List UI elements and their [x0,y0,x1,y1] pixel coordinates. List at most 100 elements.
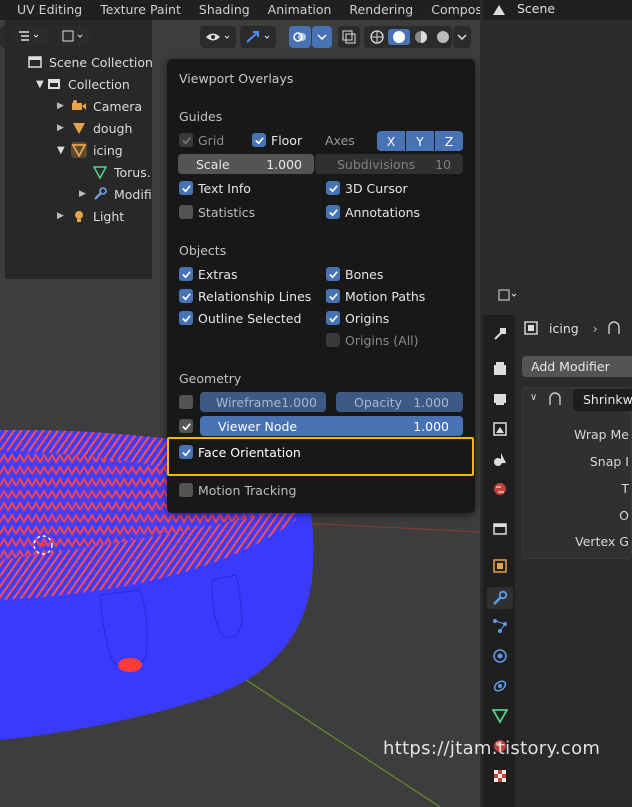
outliner-item-torus-mesh[interactable]: Torus. [92,161,151,183]
outliner-item-dough[interactable]: ▶ dough [57,117,132,139]
origins-toggle[interactable]: Origins [326,308,389,328]
extras-toggle[interactable]: Extras [179,264,238,284]
light-expand-arrow-icon[interactable]: ▶ [57,211,71,221]
properties-tabs [483,315,515,807]
shading-dropdown-chevron-icon[interactable] [453,26,471,48]
scene-tab-icon[interactable] [491,450,509,468]
modifier-name-field[interactable]: Shrinkwra [573,389,632,411]
gizmo-button[interactable] [240,26,276,48]
dough-expand-arrow-icon[interactable]: ▶ [57,123,71,133]
grid-subdivisions-value: 10 [435,156,451,172]
object-tab-icon[interactable] [491,557,509,575]
outliner-item-light[interactable]: ▶ Light [57,205,124,227]
outliner-display-mode-button[interactable] [13,26,47,46]
origins-all-toggle[interactable]: Origins (All) [326,330,419,350]
text-info-toggle[interactable]: Text Info [179,178,251,198]
floor-checkbox[interactable] [252,133,266,147]
outliner-item-collection[interactable]: ▼ Collection [36,73,130,95]
outliner-header: Scene [483,0,632,20]
floor-toggle[interactable]: Floor [252,130,302,150]
outline-selected-checkbox[interactable] [179,311,193,325]
tool-tab-icon[interactable] [491,325,509,343]
outliner-item-scene-collection[interactable]: Scene Collection [27,51,153,73]
world-tab-icon[interactable] [491,480,509,498]
tab-rendering[interactable]: Rendering [340,0,422,20]
bones-label: Bones [345,266,384,282]
grid-scale-field[interactable]: Scale 1.000 [178,154,314,174]
tab-texture-paint[interactable]: Texture Paint [91,0,190,20]
relationship-lines-checkbox[interactable] [179,289,193,303]
text-info-checkbox[interactable] [179,181,193,195]
particles-tab-icon[interactable] [491,617,509,635]
physics-tab-icon[interactable] [491,647,509,665]
wireframe-checkbox[interactable] [179,395,193,409]
scene-name[interactable]: Scene [517,1,555,16]
annotations-toggle[interactable]: Annotations [326,202,420,222]
tab-animation[interactable]: Animation [259,0,341,20]
3d-cursor-toggle[interactable]: 3D Cursor [326,178,408,198]
modifier-collapse-chevron-icon[interactable]: ∨ [530,392,537,403]
viewer-node-toggle[interactable] [179,416,193,436]
outliner-item-camera[interactable]: ▶ Camera [57,95,142,117]
bones-checkbox[interactable] [326,267,340,281]
shading-modes-group [364,26,452,48]
view-layer-tab-icon[interactable] [491,420,509,438]
camera-expand-arrow-icon[interactable]: ▶ [57,101,71,111]
constraints-tab-icon[interactable] [491,677,509,695]
outliner-item-modifiers[interactable]: ▶ Modifi [79,183,152,205]
tab-shading[interactable]: Shading [190,0,259,20]
outliner-filter-button[interactable] [57,26,91,46]
wireframe-value: 1.000 [281,394,317,410]
3d-cursor-checkbox[interactable] [326,181,340,195]
render-tab-icon[interactable] [491,360,509,378]
axis-y-toggle[interactable]: Y [406,131,434,151]
motion-paths-checkbox[interactable] [326,289,340,303]
grid-toggle[interactable]: Grid [179,130,224,150]
outline-selected-toggle[interactable]: Outline Selected [179,308,301,328]
viewer-node-checkbox[interactable] [179,419,193,433]
viewer-node-value: 1.000 [413,418,449,434]
motion-paths-toggle[interactable]: Motion Paths [326,286,425,306]
extras-label: Extras [198,266,238,282]
guides-heading: Guides [179,109,223,124]
tab-uv-editing[interactable]: UV Editing [0,0,91,20]
axis-z-toggle[interactable]: Z [435,131,463,151]
collection-tab-icon[interactable] [491,520,509,538]
axes-label-row: Axes [325,130,355,150]
wireframe-toggle[interactable] [179,392,193,412]
outliner-item-icing[interactable]: ▼ icing [57,139,123,161]
bones-toggle[interactable]: Bones [326,264,383,284]
object-data-tab-icon[interactable] [491,707,509,725]
overlays-dropdown-chevron-icon[interactable] [312,26,332,48]
viewer-node-opacity-field[interactable]: Viewer Node 1.000 [200,416,463,436]
motion-tracking-toggle[interactable]: Motion Tracking [179,480,296,500]
grid-subdivisions-field[interactable]: Subdivisions 10 [315,154,463,174]
add-modifier-button[interactable]: Add Modifier [522,356,632,377]
axis-x-toggle[interactable]: X [377,131,405,151]
visibility-eye-icon[interactable] [200,26,236,48]
relationship-lines-toggle[interactable]: Relationship Lines [179,286,311,306]
motion-paths-label: Motion Paths [345,288,426,304]
wireframe-opacity-field[interactable]: Opacity 1.000 [336,392,463,412]
origins-all-checkbox[interactable] [326,333,340,347]
origins-checkbox[interactable] [326,311,340,325]
statistics-checkbox[interactable] [179,205,193,219]
floor-label: Floor [271,132,303,148]
icing-expand-arrow-icon[interactable]: ▼ [57,145,71,156]
annotations-checkbox[interactable] [326,205,340,219]
modifier-tab-wrench-icon[interactable] [487,587,513,609]
motion-tracking-checkbox[interactable] [179,483,193,497]
collection-expand-arrow-icon[interactable]: ▼ [36,79,46,90]
wireframe-threshold-field[interactable]: Wireframe 1.000 [200,392,326,412]
opacity-label: Opacity [354,394,403,410]
extras-checkbox[interactable] [179,267,193,281]
texture-tab-icon[interactable] [491,767,509,785]
scene-icon [493,5,505,15]
overlays-toggle-icon[interactable] [289,26,311,48]
statistics-toggle[interactable]: Statistics [179,202,255,222]
output-tab-icon[interactable] [491,390,509,408]
properties-editor-type-button[interactable] [493,285,525,305]
xray-toggle-icon[interactable] [338,26,360,48]
grid-checkbox[interactable] [179,133,193,147]
modifiers-expand-arrow-icon[interactable]: ▶ [79,189,92,199]
